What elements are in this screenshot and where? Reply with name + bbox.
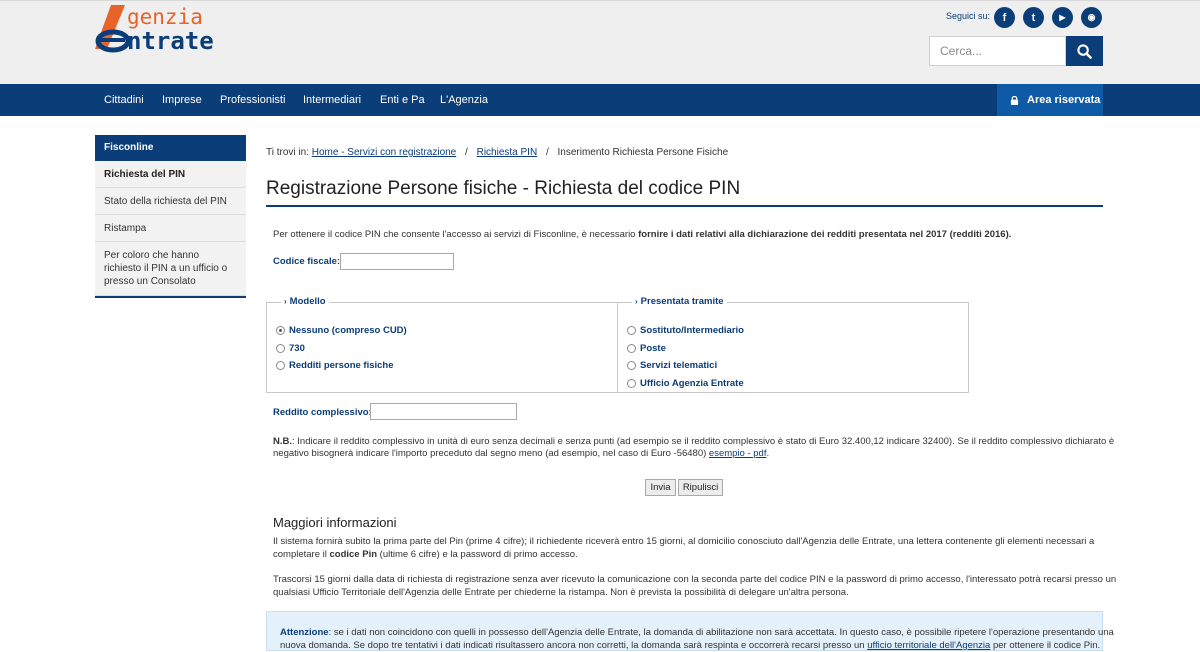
form-intro: Per ottenere il codice PIN che consente …	[273, 228, 1011, 241]
form-intro-bold: fornire i dati relativi alla dichiarazio…	[638, 229, 1012, 240]
radio-label: 730	[289, 343, 305, 354]
radio-button[interactable]	[276, 326, 285, 335]
sidebar-item-richiesta-pin[interactable]: Richiesta del PIN	[95, 161, 246, 188]
breadcrumb-prefix: Ti trovi in:	[266, 147, 309, 158]
main-nav: Cittadini Imprese Professionisti Interme…	[0, 84, 1200, 116]
presentata-legend-text: Presentata tramite	[640, 296, 724, 307]
form-intro-text: Per ottenere il codice PIN che consente …	[273, 229, 639, 240]
sidebar-item-ristampa[interactable]: Ristampa	[95, 215, 246, 242]
nb-text-2: negativo bisognerà indicare l'importo pr…	[273, 448, 709, 459]
attention-text: nuova domanda. Se dopo tre tentativi i d…	[280, 640, 868, 651]
radio-poste[interactable]: Poste	[627, 343, 666, 354]
chevron-icon: ›	[284, 297, 287, 306]
nb-note-line2: negativo bisognerà indicare l'importo pr…	[273, 447, 769, 460]
sidebar: Fisconline Richiesta del PIN Stato della…	[95, 135, 246, 298]
nav-item-agenzia[interactable]: L'Agenzia	[440, 84, 488, 116]
search-input[interactable]	[929, 36, 1066, 66]
radio-button[interactable]	[627, 326, 636, 335]
breadcrumb-separator: /	[545, 147, 549, 158]
ripulisci-button[interactable]: Ripulisci	[678, 479, 723, 496]
lock-icon	[1010, 95, 1019, 105]
nav-item-imprese[interactable]: Imprese	[162, 84, 202, 116]
modello-legend: › Modello	[281, 296, 329, 307]
info-paragraph-2-line1: Trascorsi 15 giorni dalla data di richie…	[273, 574, 1117, 585]
radio-modello-nessuno[interactable]: Nessuno (compreso CUD)	[276, 325, 407, 336]
nav-item-cittadini[interactable]: Cittadini	[104, 84, 144, 116]
title-rule	[266, 205, 1103, 207]
radio-ufficio-agenzia[interactable]: Ufficio Agenzia Entrate	[627, 378, 744, 389]
radio-button[interactable]	[627, 361, 636, 370]
breadcrumb: Ti trovi in: Home - Servizi con registra…	[266, 147, 728, 158]
info-paragraph-1-line2: completare il codice Pin (ultime 6 cifre…	[273, 548, 578, 561]
site-header: genzia ntrate Seguici su: f t ▶ ◉	[0, 0, 1200, 84]
attention-line2: nuova domanda. Se dopo tre tentativi i d…	[280, 639, 1100, 652]
info-text: (ultime 6 cifre) e la password di primo …	[377, 549, 578, 560]
rss-icon[interactable]: ◉	[1081, 7, 1102, 28]
info-paragraph-2-line2: qualsiasi Ufficio Territoriale dell'Agen…	[273, 587, 849, 598]
breadcrumb-link-richiesta-pin[interactable]: Richiesta PIN	[477, 147, 538, 158]
radio-label: Servizi telematici	[640, 360, 718, 371]
logo-text-top: genzia	[127, 5, 203, 29]
info-text: completare il	[273, 549, 330, 560]
reddito-label: Reddito complessivo:	[273, 407, 372, 418]
info-paragraph-1-line1: Il sistema fornirà subito la prima parte…	[273, 536, 1095, 547]
search-button[interactable]	[1066, 36, 1103, 66]
facebook-icon[interactable]: f	[994, 7, 1015, 28]
attention-box: Attenzione: se i dati non coincidono con…	[266, 611, 1114, 652]
twitter-icon[interactable]: t	[1023, 7, 1044, 28]
codice-fiscale-field[interactable]	[340, 253, 454, 270]
nb-text: : Indicare il reddito complessivo in uni…	[292, 436, 1115, 447]
breadcrumb-current: Inserimento Richiesta Persone Fisiche	[557, 147, 729, 158]
nb-bold: N.B.	[273, 436, 292, 447]
radio-button[interactable]	[627, 344, 636, 353]
page-title: Registrazione Persone fisiche - Richiest…	[266, 178, 741, 199]
modello-fieldset: › Modello Nessuno (compreso CUD) 730 Redd…	[266, 296, 618, 393]
area-riservata-button[interactable]: Area riservata	[997, 84, 1103, 116]
nav-item-enti-e-pa[interactable]: Enti e Pa	[380, 84, 425, 116]
sidebar-title[interactable]: Fisconline	[95, 135, 246, 161]
codice-fiscale-label: Codice fiscale:	[273, 256, 341, 267]
search-icon	[1077, 43, 1092, 59]
sidebar-item-stato-richiesta[interactable]: Stato della richiesta del PIN	[95, 188, 246, 215]
nav-item-intermediari[interactable]: Intermediari	[303, 84, 361, 116]
esempio-pdf-link[interactable]: esempio - pdf	[709, 448, 767, 459]
invia-button[interactable]: Invia	[645, 479, 676, 496]
nav-item-professionisti[interactable]: Professionisti	[220, 84, 285, 116]
modello-legend-text: Modello	[289, 296, 326, 307]
info-bold: codice Pin	[329, 549, 378, 560]
attention-bold: Attenzione	[280, 627, 329, 638]
presentata-tramite-fieldset: › Presentata tramite Sostituto/Intermedia…	[617, 296, 969, 393]
ufficio-territoriale-link[interactable]: ufficio territoriale dell'Agenzia	[867, 640, 990, 651]
radio-servizi-telematici[interactable]: Servizi telematici	[627, 360, 717, 371]
breadcrumb-separator: /	[465, 147, 468, 158]
agenzia-entrate-logo[interactable]: genzia ntrate	[93, 3, 268, 55]
breadcrumb-link-home[interactable]: Home - Servizi con registrazione	[312, 147, 457, 158]
radio-sostituto[interactable]: Sostituto/Intermediario	[627, 325, 744, 336]
radio-button[interactable]	[627, 379, 636, 388]
radio-label: Redditi persone fisiche	[289, 360, 394, 371]
reddito-complessivo-field[interactable]	[370, 403, 517, 420]
maggiori-informazioni-heading: Maggiori informazioni	[273, 515, 397, 530]
radio-label: Sostituto/Intermediario	[640, 325, 744, 336]
radio-button[interactable]	[276, 344, 285, 353]
logo-text-bottom: ntrate	[127, 27, 214, 55]
chevron-icon: ›	[635, 297, 638, 306]
attention-text: per ottenere il codice Pin.	[990, 640, 1101, 651]
radio-modello-730[interactable]: 730	[276, 343, 305, 354]
presentata-legend: › Presentata tramite	[632, 296, 727, 307]
area-riservata-label: Area riservata	[1027, 94, 1101, 106]
radio-modello-redditi-pf[interactable]: Redditi persone fisiche	[276, 360, 394, 371]
youtube-icon[interactable]: ▶	[1052, 7, 1073, 28]
nb-end: .	[766, 448, 770, 459]
social-label: Seguici su:	[946, 11, 991, 21]
attention-line1: Attenzione: se i dati non coincidono con…	[280, 626, 1114, 639]
radio-button[interactable]	[276, 361, 285, 370]
attention-text: : se i dati non coincidono con quelli in…	[328, 627, 1114, 638]
radio-label: Ufficio Agenzia Entrate	[640, 378, 744, 389]
radio-label: Nessuno (compreso CUD)	[289, 325, 407, 336]
radio-label: Poste	[640, 343, 666, 354]
sidebar-bottom-rule	[95, 296, 246, 298]
sidebar-item-ufficio-consolato[interactable]: Per coloro che hanno richiesto il PIN a …	[95, 242, 246, 296]
